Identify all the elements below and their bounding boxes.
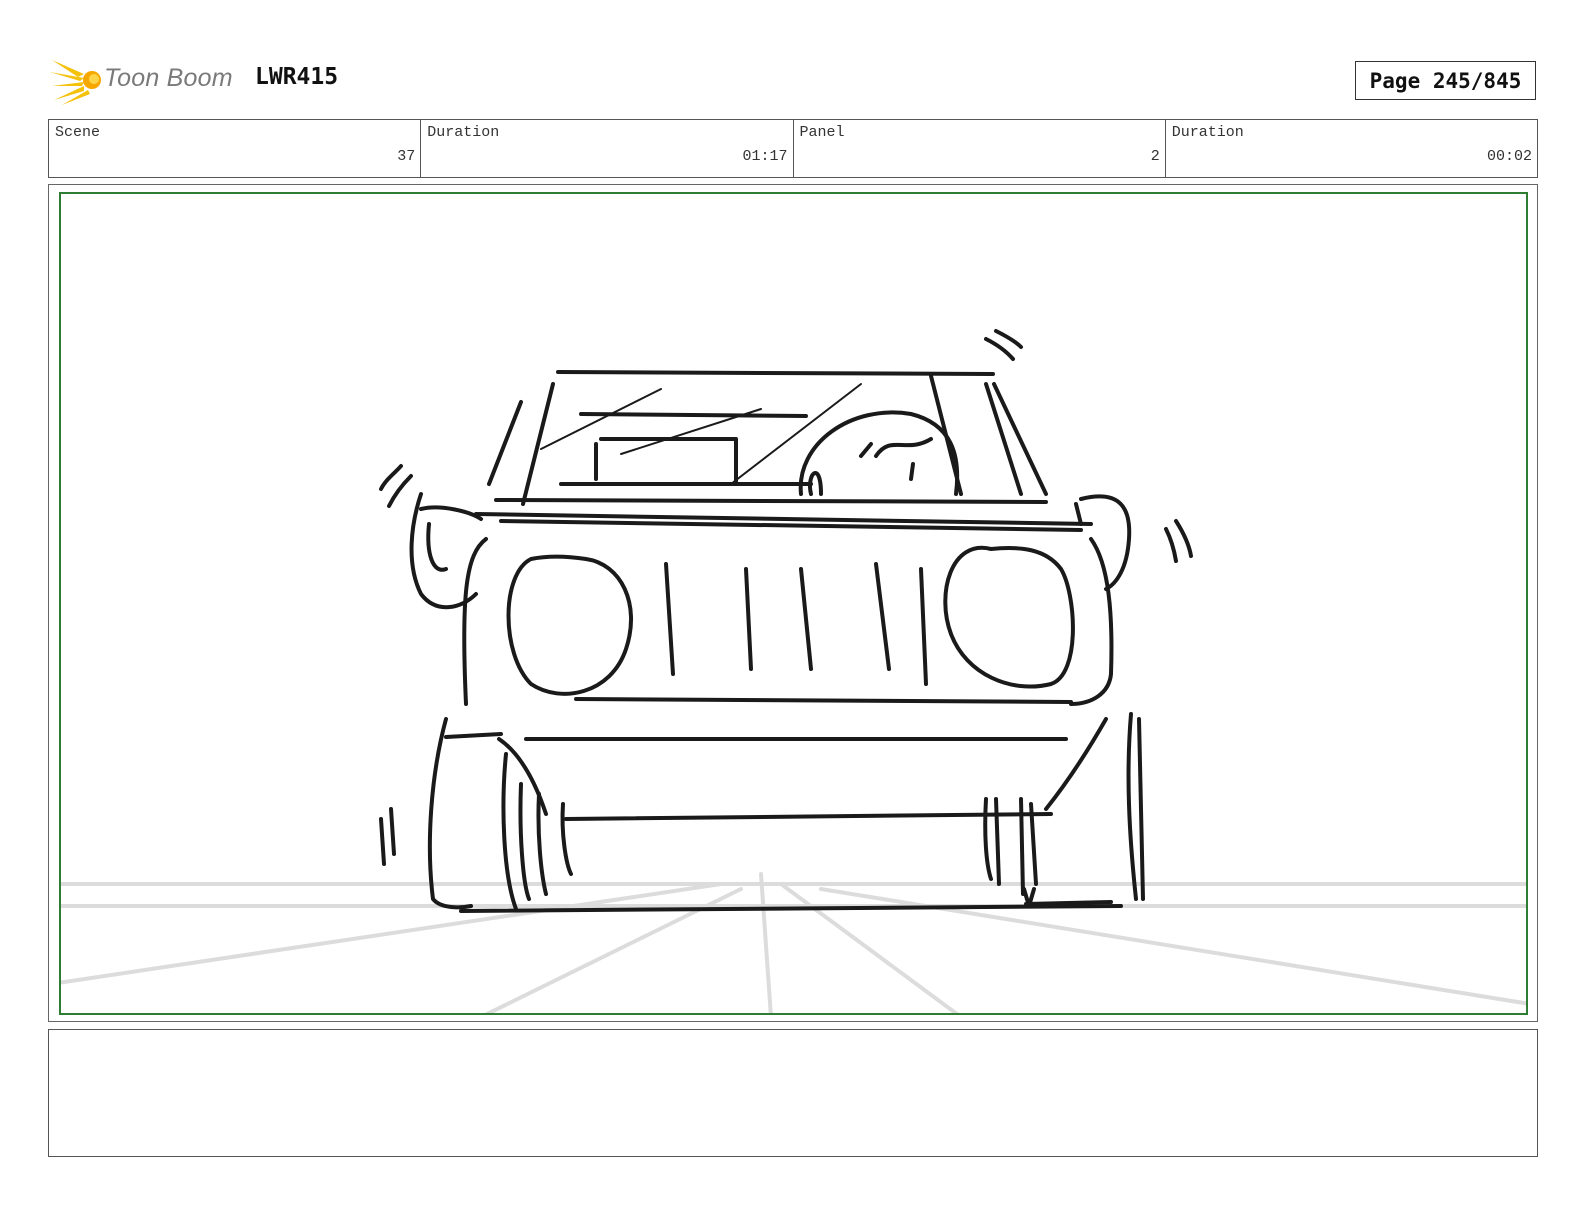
- storyboard-panel: [59, 192, 1528, 1015]
- panel-duration-value: 00:02: [1486, 148, 1532, 165]
- project-code: LWR415: [255, 64, 339, 90]
- page-number: Page 245/845: [1355, 61, 1536, 100]
- scene-value: 37: [397, 148, 416, 165]
- panel-label: Panel: [799, 124, 845, 141]
- car-sketch-image: [61, 329, 1526, 1013]
- panel-notes-box: [48, 1029, 1538, 1157]
- scene-duration-cell: Duration 01:17: [421, 120, 794, 177]
- scene-label: Scene: [55, 124, 101, 141]
- panel-value: 2: [1150, 148, 1160, 165]
- logo-text: Toon Boom: [104, 64, 233, 92]
- scene-duration-label: Duration: [427, 124, 500, 141]
- panel-cell: Panel 2: [794, 120, 1166, 177]
- panel-duration-label: Duration: [1171, 124, 1244, 141]
- scene-cell: Scene 37: [49, 120, 422, 177]
- panel-duration-cell: Duration 00:02: [1166, 120, 1537, 177]
- scene-duration-value: 01:17: [742, 148, 788, 165]
- panel-info-table: Scene 37 Duration 01:17 Panel 2 Duration…: [48, 119, 1538, 178]
